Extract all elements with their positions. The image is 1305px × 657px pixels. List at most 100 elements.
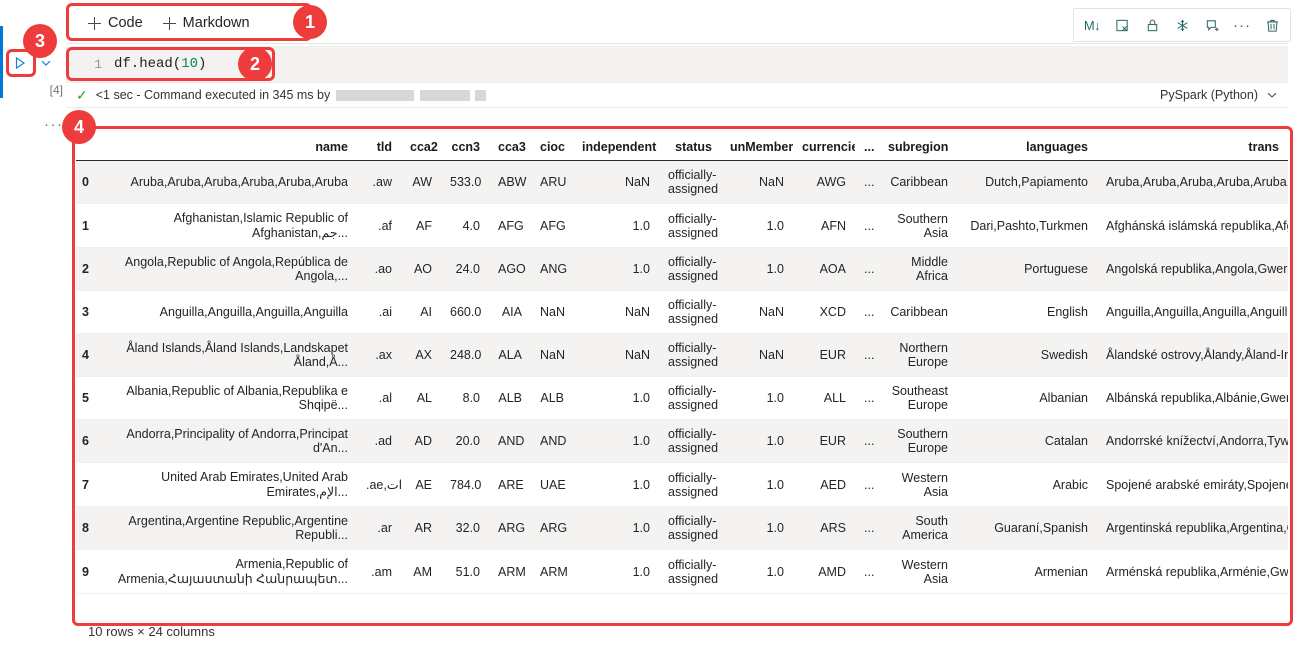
clear-output-icon[interactable] xyxy=(1108,11,1136,39)
add-markdown-cell-label: Markdown xyxy=(182,15,250,31)
header-languages: languages xyxy=(957,126,1097,161)
row-index: 7 xyxy=(82,477,89,492)
cell-status: officially-assigned xyxy=(668,168,719,196)
cell-subregion: South America xyxy=(902,514,948,542)
cell-cca3: ALA xyxy=(498,348,522,362)
cell-languages: Guaraní,Spanish xyxy=(994,521,1088,535)
cell-currencies: ALL xyxy=(823,391,846,405)
cell-independent: 1.0 xyxy=(632,564,650,579)
cell-name: Armenia,Republic of Armenia,Հայաստանի Հա… xyxy=(117,557,348,586)
add-markdown-cell-button[interactable]: Markdown xyxy=(153,11,260,35)
cell-name: Aruba,Aruba,Aruba,Aruba,Aruba,Aruba xyxy=(130,175,349,189)
cell-cca2: AE xyxy=(415,477,432,492)
cell-languages: Armenian xyxy=(1034,564,1089,579)
cell-ccn3: 51.0 xyxy=(455,564,480,579)
header-cca3: cca3 xyxy=(489,126,531,161)
cell-cca3: AFG xyxy=(498,218,524,233)
cell-status: officially-assigned xyxy=(668,557,719,586)
cell-subregion: Southern Asia xyxy=(897,211,948,240)
cell-currencies: AED xyxy=(820,477,846,492)
cell-status: officially-assigned xyxy=(668,514,719,542)
cell-cca3: ARG xyxy=(498,521,526,535)
table-row: 1 Afghanistan,Islamic Republic of Afghani… xyxy=(76,204,1288,248)
row-index: 5 xyxy=(82,391,89,405)
cell-ccn3: 660.0 xyxy=(450,305,482,319)
cell-status: officially-assigned xyxy=(668,255,719,283)
cell-ccn3: 32.0 xyxy=(455,521,480,535)
cell-unmember: NaN xyxy=(758,348,784,362)
cell-unmember: 1.0 xyxy=(766,477,784,492)
cell-ccn3: 20.0 xyxy=(455,434,480,448)
cell-subregion: Caribbean xyxy=(890,175,948,189)
row-index: 9 xyxy=(82,564,89,579)
header-status: status xyxy=(659,126,721,161)
cell-status: officially-assigned xyxy=(668,470,719,499)
table-header: name tld cca2 ccn3 cca3 cioc independent… xyxy=(76,126,1288,161)
lock-icon[interactable] xyxy=(1138,11,1166,39)
cell-subregion: Northern Europe xyxy=(899,341,948,369)
add-comment-icon[interactable] xyxy=(1198,11,1226,39)
cell-languages: Swedish xyxy=(1040,348,1088,362)
cell-name: Albania,Republic of Albania,Republika e … xyxy=(126,384,348,412)
cell-name: United Arab Emirates,United Arab Emirate… xyxy=(161,470,348,499)
header-name: name xyxy=(102,126,357,161)
cell-cioc: NaN xyxy=(540,348,566,362)
kernel-label: PySpark (Python) xyxy=(1160,88,1258,102)
cell-ellipsis: ... xyxy=(864,305,875,319)
cell-ellipsis: ... xyxy=(864,391,875,405)
run-options-chevron-down-icon[interactable] xyxy=(38,55,54,71)
cell-currencies: AMD xyxy=(818,564,846,579)
cell-currencies: ARS xyxy=(820,521,846,535)
cell-cca3: ALB xyxy=(498,391,522,405)
cell-unmember: 1.0 xyxy=(766,218,784,233)
cell-independent: 1.0 xyxy=(632,262,650,276)
cell-tld: .am xyxy=(371,564,392,579)
cell-ellipsis: ... xyxy=(864,218,875,233)
cell-ellipsis: ... xyxy=(864,175,875,189)
more-actions-icon[interactable]: ··· xyxy=(1228,11,1256,39)
code-editor[interactable]: 1 df.head(10) xyxy=(66,46,1288,82)
cell-currencies: EUR xyxy=(819,434,846,448)
cell-unmember: 1.0 xyxy=(766,434,784,448)
cell-independent: NaN xyxy=(624,348,650,362)
cell-cca3: AGO xyxy=(498,262,526,276)
cell-cca2: AD xyxy=(414,434,432,448)
cell-actions-toolbar: M↓ ··· xyxy=(1073,8,1291,42)
cell-cca2: AX xyxy=(415,348,432,362)
freeze-icon[interactable] xyxy=(1168,11,1196,39)
line-number: 1 xyxy=(94,56,102,72)
cell-translations: Spojené arabské emiráty,Spojené arabské xyxy=(1106,477,1288,492)
cell-cioc: UAE xyxy=(540,477,566,492)
run-cell-button[interactable] xyxy=(8,51,32,75)
cell-cca3: ARM xyxy=(498,564,526,579)
cell-languages: Albanian xyxy=(1039,391,1088,405)
cell-subregion: Western Asia xyxy=(901,470,948,499)
cell-cioc: ARM xyxy=(540,564,568,579)
cell-independent: 1.0 xyxy=(632,521,650,535)
cell-languages: Portuguese xyxy=(1024,262,1088,276)
header-unmember: unMember xyxy=(721,126,793,161)
cell-currencies: EUR xyxy=(819,348,846,362)
cell-cioc: ARG xyxy=(540,521,568,535)
cell-ccn3: 24.0 xyxy=(455,262,480,276)
execution-status-text: <1 sec - Command executed in 345 ms by xyxy=(95,88,331,102)
cell-independent: 1.0 xyxy=(632,218,650,233)
add-code-cell-button[interactable]: Code xyxy=(78,11,153,35)
cell-unmember: NaN xyxy=(758,305,784,319)
output-more-icon[interactable]: ··· xyxy=(44,117,64,132)
cell-translations: Albánská republika,Albánie,Gweriniaeth A xyxy=(1106,391,1288,405)
kernel-selector[interactable]: PySpark (Python) xyxy=(1160,88,1278,102)
cell-independent: 1.0 xyxy=(632,391,650,405)
markdown-toggle-icon[interactable]: M↓ xyxy=(1078,11,1106,39)
header-tld: tld xyxy=(357,126,401,161)
cell-languages: Arabic xyxy=(1052,477,1088,492)
code-prefix: df.head( xyxy=(114,56,182,72)
cell-translations: Afghánská islámská republika,Afghánistán… xyxy=(1106,218,1288,233)
cell-tld: .aw xyxy=(372,175,392,189)
cell-currencies: AFN xyxy=(821,218,846,233)
table-row: 8 Argentina,Argentine Republic,Argentine … xyxy=(76,506,1288,550)
delete-cell-icon[interactable] xyxy=(1258,11,1286,39)
code-number-literal: 10 xyxy=(181,56,199,72)
execution-count: [4] xyxy=(49,83,63,97)
chevron-down-icon xyxy=(1267,92,1277,98)
